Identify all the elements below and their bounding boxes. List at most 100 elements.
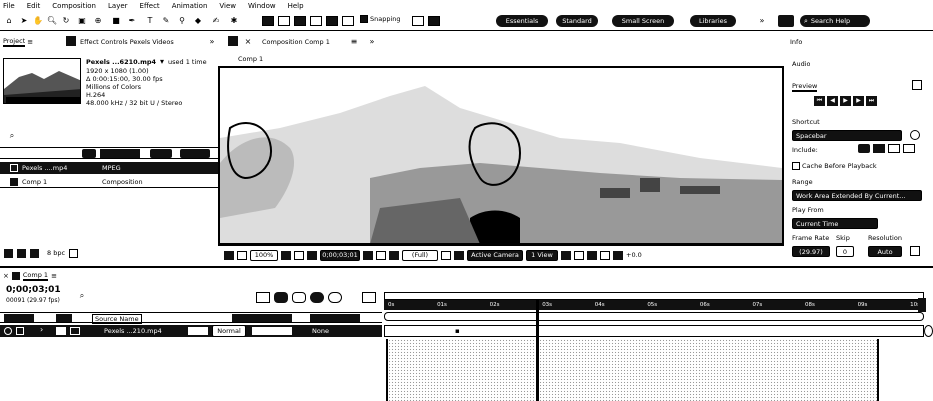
ruler-scroll-bar[interactable] [384, 312, 924, 321]
cache-checkbox[interactable] [792, 162, 800, 170]
trkmat-slot[interactable] [252, 327, 292, 335]
workspace-small-screen[interactable]: Small Screen [612, 15, 674, 27]
composition-navigator-icon[interactable] [362, 292, 376, 303]
layer-name[interactable]: Pexels ...210.mp4 [104, 327, 162, 335]
menu-window[interactable]: Window [248, 2, 276, 10]
expand-layer-icon[interactable]: › [40, 325, 43, 334]
composition-panel-menu-icon[interactable]: ≡ [348, 36, 360, 47]
motion-blur-icon[interactable] [310, 292, 324, 303]
panel-menu-icon[interactable]: ≡ [27, 38, 33, 46]
tool-option-box-2[interactable] [278, 16, 290, 26]
rotate-tool-icon[interactable]: ↻ [60, 15, 72, 26]
project-search-icon[interactable]: ⌕ [6, 130, 18, 141]
label-header-icon[interactable] [56, 314, 72, 322]
magnification-dropdown[interactable]: 100% [250, 249, 278, 261]
list-item[interactable]: Comp 1 Composition [0, 176, 218, 188]
panel-audio[interactable]: Audio [792, 60, 810, 68]
shy-layers-icon[interactable] [274, 292, 288, 303]
search-help-field[interactable]: ⌕ Search Help [800, 15, 870, 27]
timeline-tab[interactable]: × Comp 1 ≡ [3, 271, 57, 281]
cache-before-playback[interactable]: Cache Before Playback [792, 162, 877, 170]
resolution-dropdown[interactable]: (Full) [402, 249, 438, 261]
tab-project[interactable]: Project ≡ [3, 36, 33, 47]
menu-composition[interactable]: Composition [52, 2, 96, 10]
audio-icon[interactable] [16, 327, 24, 335]
include-video-icon[interactable] [858, 144, 870, 153]
composition-lock-icon[interactable] [228, 36, 238, 46]
menu-animation[interactable]: Animation [172, 2, 208, 10]
table-row[interactable]: › Pexels ...210.mp4 Normal None [0, 325, 382, 337]
tab-effect-controls[interactable]: Effect Controls Pexels Videos [80, 38, 174, 46]
hand-tool-icon[interactable]: ✋ [32, 15, 44, 26]
layer-duration-bar[interactable]: ▪ [384, 325, 924, 337]
draft-3d-icon[interactable] [256, 292, 270, 303]
footage-dropdown-icon[interactable]: ▾ [156, 56, 168, 67]
camera-tool-icon[interactable]: ▣ [76, 15, 88, 26]
puppet-tool-icon[interactable]: ✱ [228, 15, 240, 26]
camera-snapshot-icon[interactable] [363, 250, 373, 260]
menu-edit[interactable]: Edit [27, 2, 41, 10]
pen-tool-icon[interactable]: ✒ [126, 15, 138, 26]
fast-preview-icon[interactable] [574, 250, 584, 260]
menu-file[interactable]: File [3, 2, 15, 10]
timeline-end-icon[interactable] [924, 325, 933, 337]
home-icon[interactable]: ⌂ [3, 15, 15, 26]
shortcut-help-icon[interactable] [910, 130, 920, 140]
type-tool-icon[interactable]: T [144, 15, 156, 26]
always-preview-icon[interactable] [224, 250, 234, 260]
transparency-grid-icon[interactable] [454, 250, 464, 260]
rectangle-tool-icon[interactable]: ■ [110, 15, 122, 26]
flowchart-icon[interactable] [600, 250, 610, 260]
include-overlays-icon[interactable] [888, 144, 900, 153]
timeline-search-icon[interactable]: ⌕ [76, 290, 88, 301]
menu-layer[interactable]: Layer [108, 2, 128, 10]
tab-info[interactable]: Info [790, 38, 802, 46]
last-frame-icon[interactable]: ⏭ [866, 96, 877, 106]
resolution-preview-dropdown[interactable]: Auto [868, 246, 902, 257]
comp-subtab[interactable]: Comp 1 [238, 55, 263, 63]
include-layer-controls-icon[interactable] [903, 144, 915, 153]
av-features-icon[interactable] [4, 314, 34, 322]
zoom-tool-icon[interactable]: 🔍︎ [46, 15, 58, 26]
menu-effect[interactable]: Effect [140, 2, 160, 10]
layer-switches[interactable] [188, 327, 208, 335]
composition-tab-close-icon[interactable]: × [242, 36, 254, 47]
project-panel-overflow-icon[interactable]: » [206, 36, 218, 47]
panel-preview[interactable]: Preview [792, 82, 818, 92]
tool-option-box-6[interactable] [342, 16, 354, 26]
snapping-option-icon-2[interactable] [428, 16, 440, 26]
play-icon[interactable]: ▶ [840, 96, 851, 106]
viewer-timecode[interactable]: 0;00;03;01 [320, 249, 360, 261]
reset-exposure-icon[interactable] [613, 250, 623, 260]
range-dropdown[interactable]: Work Area Extended By Current... [792, 190, 922, 201]
play-from-dropdown[interactable]: Current Time [792, 218, 878, 229]
blend-mode-dropdown[interactable]: Normal [212, 325, 246, 337]
time-navigator-end[interactable] [918, 298, 926, 312]
view-layout-dropdown[interactable]: 1 View [526, 249, 558, 261]
size-column-header[interactable] [150, 149, 172, 158]
tool-option-box-4[interactable] [310, 16, 322, 26]
include-audio-icon[interactable] [873, 144, 885, 153]
clone-stamp-tool-icon[interactable]: ⚲ [176, 15, 188, 26]
toggle-pixel-aspect-icon[interactable] [561, 250, 571, 260]
workspace-libraries[interactable]: Libraries [690, 15, 736, 27]
graph-editor-icon[interactable] [328, 292, 342, 303]
timeline-menu-icon[interactable]: ≡ [51, 272, 57, 280]
media-duration-column-header[interactable] [180, 149, 210, 158]
workspace-overflow-icon[interactable]: » [756, 15, 768, 26]
timeline-close-icon[interactable]: × [3, 272, 9, 280]
sync-settings-icon[interactable] [778, 15, 794, 27]
brush-tool-icon[interactable]: ✎ [160, 15, 172, 26]
camera-dropdown[interactable]: Active Camera [467, 249, 523, 261]
color-channel-icon[interactable] [389, 250, 399, 260]
shortcut-dropdown[interactable]: Spacebar [792, 130, 902, 141]
tool-option-box-5[interactable] [326, 16, 338, 26]
selection-tool-icon[interactable]: ➤ [18, 15, 30, 26]
first-frame-icon[interactable]: ⏮ [814, 96, 825, 106]
exposure-value[interactable]: +0.0 [626, 251, 642, 259]
mask-visibility-icon[interactable] [294, 250, 304, 260]
eraser-tool-icon[interactable]: ◆ [192, 15, 204, 26]
next-frame-icon[interactable]: ▶ [853, 96, 864, 106]
tab-composition[interactable]: Composition Comp 1 [262, 38, 330, 46]
current-time-display[interactable]: 0;00;03;01 [6, 285, 61, 295]
